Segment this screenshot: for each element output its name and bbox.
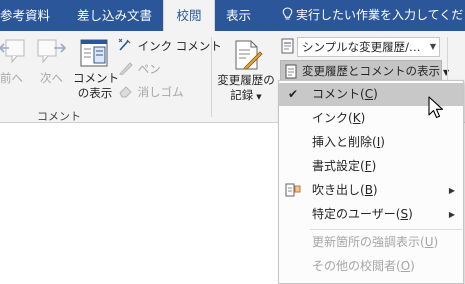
show-markup-button[interactable]: 変更履歴とコメントの表示▼ — [280, 60, 449, 82]
next-comment-icon — [36, 36, 67, 67]
track-changes-button[interactable]: 変更履歴の 記録 ▼ — [213, 73, 279, 105]
show-comments-icon — [80, 39, 108, 70]
menu-item-other-authors[interactable]: その他の校閲者(O) — [279, 255, 463, 278]
pen-icon — [118, 62, 138, 76]
track-changes-icon — [233, 40, 263, 73]
display-for-review-value: シンプルな変更履歴/… — [302, 40, 421, 54]
menu-item-highlight-updates[interactable]: 更新箇所の強調表示(U) — [279, 231, 463, 254]
submenu-arrow-icon: ▶ — [448, 210, 455, 219]
tab-references[interactable]: 参考資料 — [0, 0, 50, 31]
show-comments-label-1: コメント — [73, 71, 119, 85]
tab-mailings[interactable]: 差し込み文書 — [77, 0, 152, 31]
ink-comment-label: インク コメント — [137, 39, 222, 53]
show-comments-button[interactable]: コメント の表示 — [73, 71, 119, 101]
menu-separator — [310, 229, 462, 230]
menu-item-label: インク(K) — [312, 111, 366, 125]
tab-view[interactable]: 表示 — [226, 0, 251, 31]
lightbulb-icon — [280, 0, 294, 31]
checkmark-icon: ✔ — [288, 87, 299, 101]
menu-item-label: 更新箇所の強調表示(U) — [312, 235, 439, 249]
dropdown-arrow-icon: ▼ — [429, 42, 436, 51]
menu-item-specific-people[interactable]: 特定のユーザー(S) ▶ — [279, 203, 463, 226]
pen-label: ペン — [137, 62, 161, 76]
previous-comment-icon — [0, 36, 26, 67]
group-label-comments: コメント — [37, 110, 81, 123]
track-changes-label-2: 記録 ▼ — [230, 88, 262, 102]
mouse-cursor-icon — [428, 96, 444, 123]
menu-item-label: 挿入と削除(I) — [312, 135, 385, 149]
track-changes-label-1: 変更履歴の — [217, 73, 275, 87]
ink-comment-icon — [118, 38, 138, 53]
display-for-review-icon — [281, 38, 295, 57]
tell-me-text: 実行したい作業を入力してください — [296, 8, 465, 22]
show-markup-label: 変更履歴とコメントの表示 — [302, 64, 440, 78]
menu-item-label: 吹き出し(B) — [312, 183, 378, 197]
next-comment-button[interactable]: 次へ — [40, 71, 63, 86]
menu-item-formatting[interactable]: 書式設定(F) — [279, 155, 463, 178]
eraser-button[interactable]: 消しゴム — [118, 82, 184, 102]
menu-item-balloons[interactable]: 吹き出し(B) ▶ — [279, 179, 463, 202]
display-for-review-dropdown[interactable]: シンプルな変更履歴/… ▼ — [297, 37, 440, 57]
menu-item-insertions-deletions[interactable]: 挿入と削除(I) — [279, 131, 463, 154]
ribbon-tab-bar: 参考資料 差し込み文書 校閲 表示 実行したい作業を入力してください — [0, 0, 465, 31]
eraser-icon — [118, 85, 138, 99]
tell-me-box[interactable]: 実行したい作業を入力してください — [280, 0, 465, 31]
pen-button[interactable]: ペン — [118, 59, 161, 79]
ink-comment-button[interactable]: インク コメント — [118, 36, 222, 56]
previous-comment-button[interactable]: 前へ — [0, 71, 23, 86]
eraser-label: 消しゴム — [137, 85, 184, 99]
menu-item-label: コメント(C) — [312, 87, 378, 101]
menu-item-label: 書式設定(F) — [312, 159, 377, 173]
show-comments-label-2: の表示 — [77, 86, 113, 100]
tab-review[interactable]: 校閲 — [163, 0, 215, 31]
menu-item-label: 特定のユーザー(S) — [312, 207, 413, 221]
group-separator — [211, 37, 212, 117]
submenu-arrow-icon: ▶ — [448, 186, 455, 195]
menu-item-label: その他の校閲者(O) — [312, 259, 415, 273]
chevron-down-icon: ▼ — [256, 93, 262, 101]
